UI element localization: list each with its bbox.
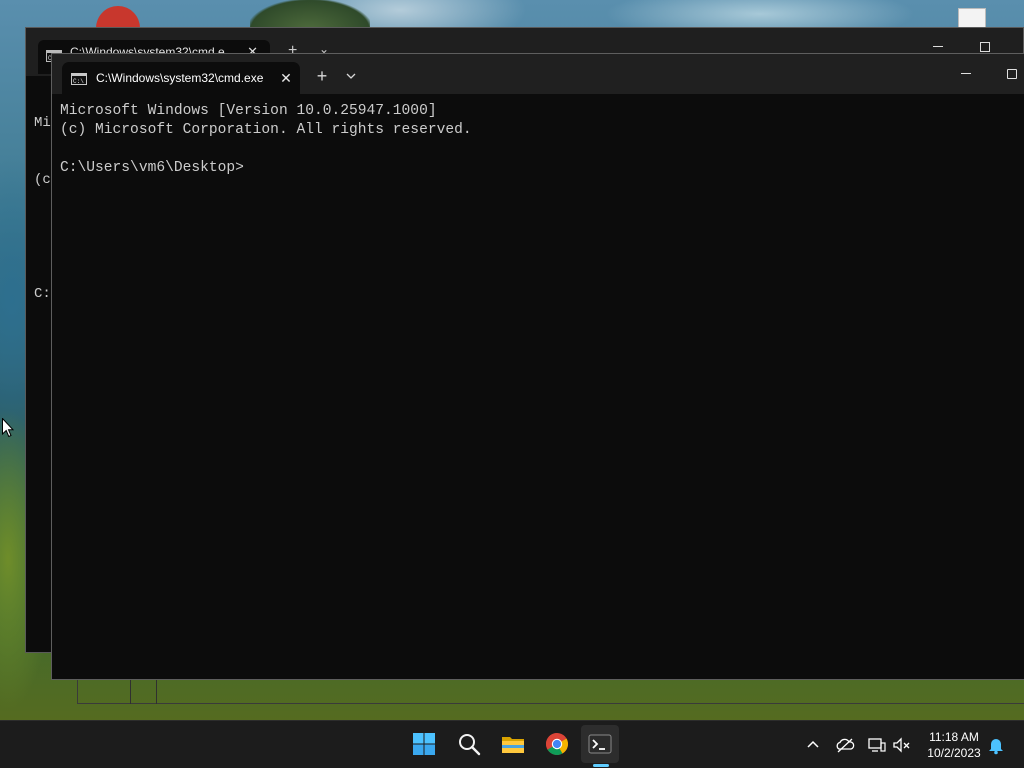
tab-title: C:\Windows\system32\cmd.exe <box>96 71 264 85</box>
chrome-button[interactable] <box>538 725 576 763</box>
file-explorer-button[interactable] <box>494 725 532 763</box>
onedrive-icon <box>836 738 855 753</box>
chrome-icon <box>546 733 568 755</box>
clock-date: 10/2/2023 <box>927 746 981 760</box>
volume-button[interactable] <box>892 735 912 755</box>
tab-cmd[interactable]: C:\ C:\Windows\system32\cmd.exe ✕ <box>62 62 300 94</box>
console-line: Microsoft Windows [Version 10.0.25947.10… <box>60 103 437 119</box>
start-icon <box>413 733 435 755</box>
cmd-icon: C:\ <box>71 72 87 90</box>
chevron-down-icon <box>346 73 356 79</box>
maximize-button[interactable] <box>994 60 1024 88</box>
console-line: (c) Microsoft Corporation. All rights re… <box>60 122 472 138</box>
tab-dropdown-button[interactable] <box>341 66 361 86</box>
minimize-button[interactable] <box>948 60 984 88</box>
network-icon <box>868 738 886 752</box>
volume-muted-icon <box>893 737 910 753</box>
svg-text:C:\: C:\ <box>73 78 84 85</box>
back-window-minimize-icon[interactable] <box>933 46 943 47</box>
new-tab-button[interactable]: + <box>312 66 332 86</box>
terminal-icon <box>588 734 612 754</box>
window-shadow-outline <box>77 680 1024 704</box>
wallpaper-rock <box>250 0 370 30</box>
tab-close-icon[interactable]: ✕ <box>277 69 295 87</box>
taskbar: 11:18 AM 10/2/2023 <box>0 720 1024 768</box>
notification-bell-icon <box>989 739 1003 755</box>
clock[interactable]: 11:18 AM 10/2/2023 <box>918 729 990 761</box>
start-button[interactable] <box>405 725 443 763</box>
notification-center-button[interactable] <box>986 735 1006 755</box>
onedrive-button[interactable] <box>835 735 855 755</box>
maximize-icon <box>1007 69 1017 79</box>
search-icon <box>459 734 481 756</box>
network-button[interactable] <box>867 735 887 755</box>
show-hidden-icons-button[interactable] <box>803 735 823 755</box>
search-button[interactable] <box>450 725 488 763</box>
back-window-maximize-icon[interactable] <box>980 42 990 52</box>
chevron-up-icon <box>807 740 819 748</box>
cmd-window[interactable]: C:\ C:\Windows\system32\cmd.exe ✕ + Micr… <box>51 53 1024 680</box>
active-app-indicator <box>593 764 609 767</box>
minimize-icon <box>961 73 971 74</box>
clock-time: 11:18 AM <box>929 730 979 744</box>
command-prompt[interactable]: C:\Users\vm6\Desktop> <box>60 159 1024 178</box>
window-titlebar[interactable]: C:\ C:\Windows\system32\cmd.exe ✕ + <box>52 54 1024 94</box>
console-output[interactable]: Microsoft Windows [Version 10.0.25947.10… <box>60 102 1024 679</box>
file-explorer-icon <box>502 737 524 753</box>
terminal-button[interactable] <box>581 725 619 763</box>
